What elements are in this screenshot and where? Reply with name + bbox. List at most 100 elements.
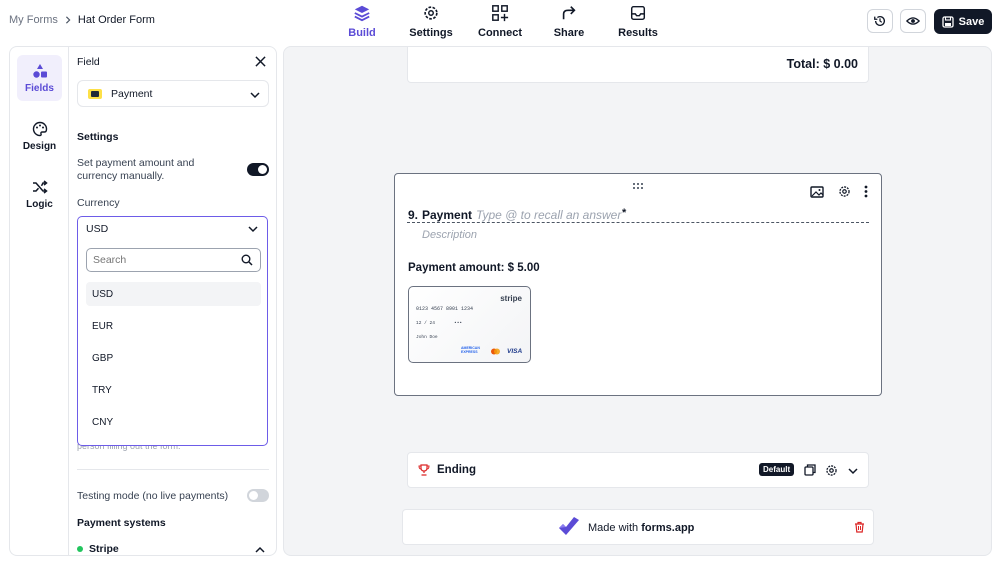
forms-app-brand: forms.app [641,522,695,534]
breadcrumb-parent[interactable]: My Forms [9,14,58,26]
save-button-label: Save [958,15,985,28]
rail-design[interactable]: Design [17,113,62,159]
currency-label: Currency [77,197,120,209]
rail-logic[interactable]: Logic [17,171,62,217]
more-vertical-icon[interactable] [864,185,868,198]
save-button[interactable]: Save [934,9,992,34]
nav-connect-label: Connect [478,27,522,39]
shuffle-icon [32,179,48,194]
duplicate-icon[interactable] [804,464,816,476]
payment-card-icon [88,88,102,99]
trash-icon[interactable] [854,521,865,533]
nav-results-label: Results [618,27,658,39]
floppy-icon [941,15,954,28]
testing-mode-toggle[interactable] [247,489,269,502]
card-number: 0123 4567 8901 1234 [416,306,474,312]
stripe-brand-label: stripe [500,294,522,303]
question-number: 9. [408,208,419,222]
field-settings-panel: Field Payment Settings Set payment amoun… [68,46,277,556]
left-rail: Fields Design Logic [9,46,68,556]
recall-placeholder[interactable]: Type @ to recall an answer [476,208,621,222]
chevron-up-icon[interactable] [255,545,265,555]
chevron-down-icon [248,226,258,233]
currency-option-gbp[interactable]: GBP [86,346,261,370]
close-icon[interactable] [255,56,266,67]
amex-logo: AMERICAN EXPRESS [461,346,480,354]
ending-card[interactable]: Ending Default [407,452,869,488]
required-mark: * [622,207,627,219]
payment-systems-heading: Payment systems [77,517,166,529]
made-with-text: Made with forms.app [588,522,694,534]
layers-icon [354,5,370,22]
currency-search-input[interactable] [86,248,261,272]
preview-button[interactable] [900,9,926,33]
breadcrumb: My Forms Hat Order Form [9,14,155,26]
trophy-icon [418,464,430,476]
testing-mode-label: Testing mode (no live payments) [77,490,229,502]
currency-value: USD [86,223,109,235]
share-arrow-icon [562,6,576,20]
forms-app-logo-icon [559,517,579,535]
palette-icon [32,121,47,136]
rail-fields-label: Fields [25,82,54,94]
stripe-label[interactable]: Stripe [89,543,119,555]
history-button[interactable] [867,9,893,33]
made-with-prefix: Made with [588,522,639,534]
rail-logic-label: Logic [26,198,53,210]
credit-card-preview: stripe 0123 4567 8901 1234 12 / 24 ••• J… [408,286,531,363]
total-label: Total: $ 0.00 [786,57,858,71]
gear-icon[interactable] [825,464,838,477]
panel-divider [77,469,269,470]
field-type-select[interactable]: Payment [77,80,269,107]
nav-share[interactable]: Share [534,4,604,39]
title-underline [407,222,869,223]
chevron-down-icon[interactable] [848,466,858,476]
top-bar: My Forms Hat Order Form Build Settings C… [0,0,1000,44]
form-canvas: Total: $ 0.00 9. Payment Type @ to recal… [283,46,992,556]
currency-dropdown-menu: USD EUR GBP TRY CNY [77,240,268,446]
branding-footer-card: Made with forms.app [402,509,874,545]
connect-icon [492,5,509,22]
mastercard-logo-icon [491,348,500,355]
currency-option-cny[interactable]: CNY [86,410,261,434]
currency-option-try[interactable]: TRY [86,378,261,402]
card-holder-name: John Doe [416,335,438,340]
nav-settings[interactable]: Settings [396,4,466,39]
drag-handle-icon[interactable] [632,182,644,190]
rail-design-label: Design [22,140,57,152]
nav-build-label: Build [348,27,376,39]
inbox-icon [630,5,646,21]
description-placeholder[interactable]: Description [422,229,477,241]
rail-fields[interactable]: Fields [17,55,62,101]
nav-settings-label: Settings [409,27,453,39]
card-cvc: ••• [454,321,463,326]
breadcrumb-current: Hat Order Form [77,14,155,26]
gear-icon [424,6,438,20]
eye-icon [906,17,920,25]
manual-payment-toggle[interactable] [247,163,269,176]
stripe-status-dot [77,546,83,552]
gear-icon[interactable] [838,185,851,198]
nav-share-label: Share [553,27,585,39]
image-icon[interactable] [810,186,824,198]
question-title[interactable]: Payment [422,208,472,222]
card-expiry: 12 / 24 [416,321,435,326]
currency-option-eur[interactable]: EUR [86,314,261,338]
shapes-icon [32,63,47,78]
default-badge: Default [759,463,795,476]
chevron-right-icon [65,16,71,24]
currency-option-usd[interactable]: USD [86,282,261,306]
history-icon [874,16,886,27]
payment-question-card[interactable]: 9. Payment Type @ to recall an answer * … [394,173,882,396]
manual-payment-label: Set payment amount and currency manually… [77,157,195,182]
total-card: Total: $ 0.00 [407,47,869,83]
nav-build[interactable]: Build [327,4,397,39]
chevron-down-icon [250,92,260,99]
panel-title: Field [77,56,100,68]
currency-select[interactable]: USD [77,216,268,240]
nav-connect[interactable]: Connect [465,4,535,39]
field-type-value: Payment [111,87,153,100]
ending-label: Ending [437,464,476,476]
nav-results[interactable]: Results [603,4,673,39]
settings-heading: Settings [77,131,119,143]
